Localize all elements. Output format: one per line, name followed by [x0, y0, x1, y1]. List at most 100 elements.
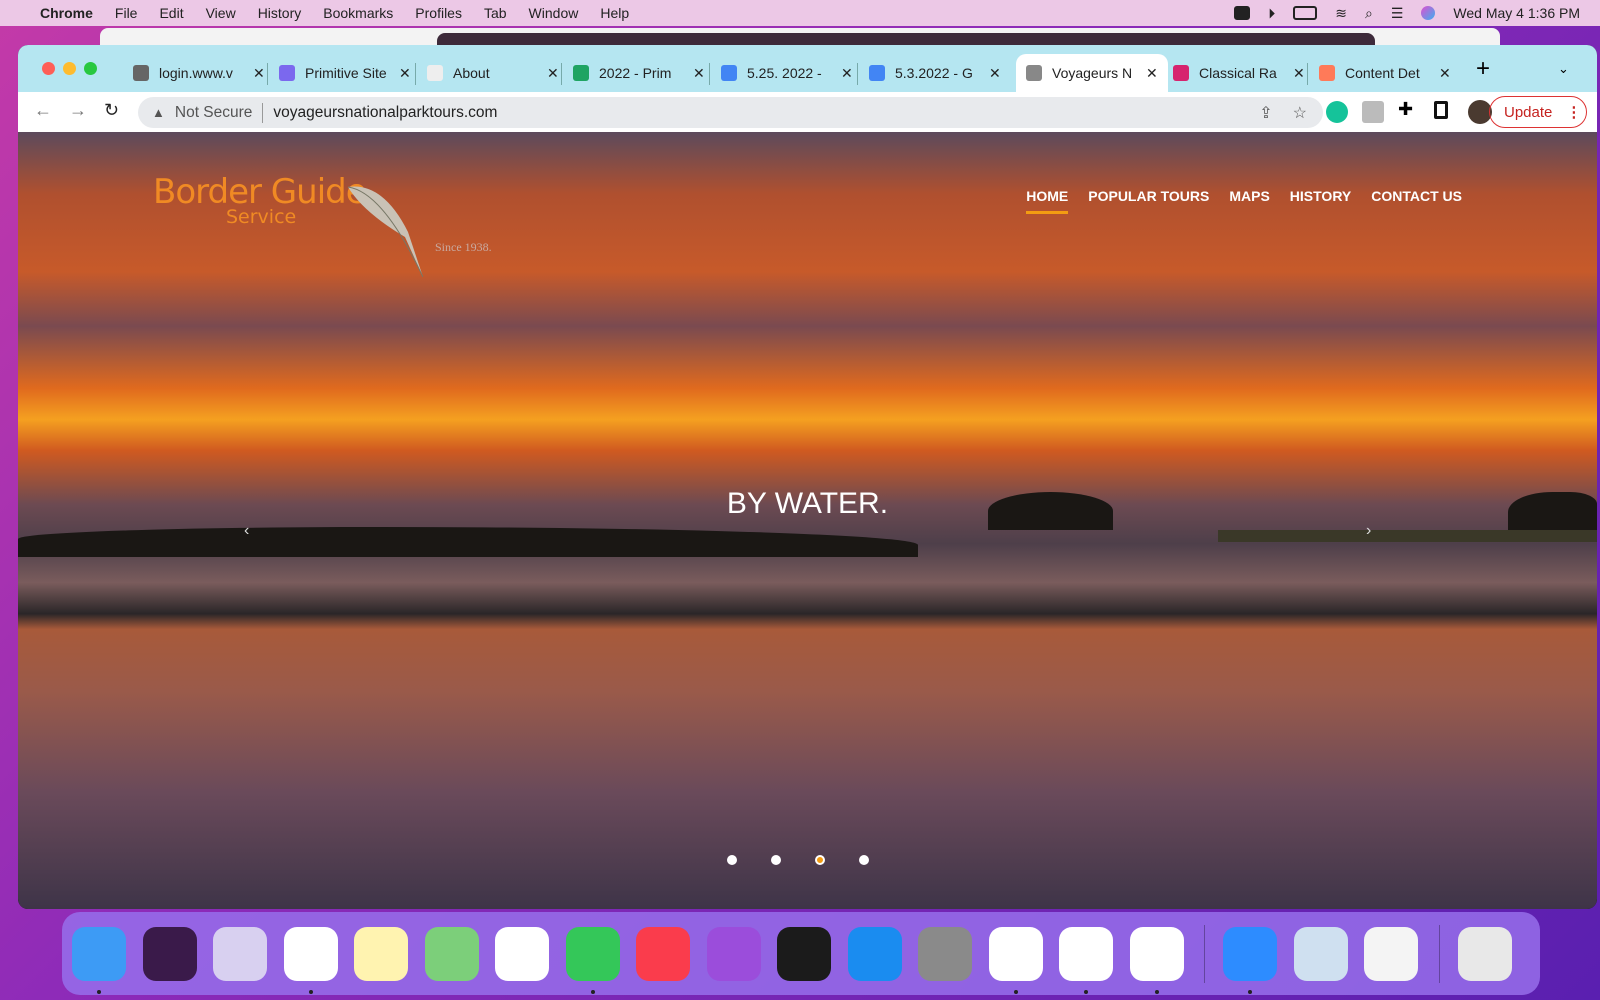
update-button[interactable]: Update ⋮	[1489, 96, 1587, 128]
close-tab-icon[interactable]: ✕	[1293, 65, 1305, 82]
spotlight-search-icon[interactable]: ⌕	[1365, 5, 1373, 22]
dock-zoom-icon[interactable]	[1223, 926, 1277, 994]
tab-strip: login.www.v ✕ Primitive Site ✕ About ✕ 2022 - …	[18, 45, 1597, 92]
dock-slack-icon[interactable]	[988, 926, 1043, 994]
tab-8[interactable]: Classical Ra ✕	[1163, 54, 1315, 92]
tab-separator	[561, 63, 562, 85]
url-text[interactable]: voyageursnationalparktours.com	[273, 104, 497, 122]
tab-2[interactable]: Primitive Site ✕	[269, 54, 421, 92]
dock-notes-icon[interactable]	[354, 926, 408, 981]
prev-slide-arrow[interactable]: ‹	[244, 522, 249, 540]
slide-dot-2[interactable]	[770, 855, 781, 865]
new-tab-button[interactable]: +	[1476, 55, 1490, 83]
dock-finder-icon[interactable]	[72, 926, 126, 994]
share-icon[interactable]: ⇪	[1259, 103, 1272, 123]
forward-button[interactable]: →	[69, 100, 87, 121]
slide-dot-4[interactable]	[858, 855, 869, 865]
dock-trash-icon[interactable]	[1457, 926, 1512, 981]
more-menu-icon[interactable]: ⋮	[1566, 103, 1581, 121]
wifi-icon[interactable]: ≋	[1335, 5, 1347, 22]
tab-7[interactable]: Voyageurs N ✕	[1016, 54, 1168, 92]
dock-music-icon[interactable]	[636, 926, 690, 981]
slide-dot-1[interactable]	[726, 855, 737, 865]
dock-launchpad-icon[interactable]	[213, 926, 267, 981]
tab-5[interactable]: 5.25. 2022 - ✕	[711, 54, 863, 92]
close-tab-icon[interactable]: ✕	[841, 65, 853, 82]
bookmark-star-icon[interactable]: ☆	[1293, 103, 1307, 123]
control-center-icon[interactable]: ☰	[1391, 5, 1404, 22]
next-slide-arrow[interactable]: ›	[1366, 522, 1371, 540]
minimize-window-button[interactable]	[63, 62, 76, 75]
close-tab-icon[interactable]: ✕	[547, 65, 559, 82]
tab-1[interactable]: login.www.v ✕	[123, 54, 275, 92]
dock-preview-icon[interactable]	[1293, 926, 1348, 981]
nav-popular-tours[interactable]: POPULAR TOURS	[1088, 188, 1209, 214]
menu-bookmarks[interactable]: Bookmarks	[323, 5, 393, 21]
menu-tab[interactable]: Tab	[484, 5, 507, 21]
dock-messages-icon[interactable]	[565, 926, 620, 994]
menu-profiles[interactable]: Profiles	[415, 5, 462, 21]
menu-view[interactable]: View	[206, 5, 236, 21]
close-tab-icon[interactable]: ✕	[1146, 65, 1158, 82]
treeline	[18, 527, 918, 557]
address-bar[interactable]: ▲ Not Secure voyageursnationalparktours.…	[138, 97, 1323, 128]
menu-window[interactable]: Window	[529, 5, 579, 21]
dock-system-preferences-icon[interactable]	[918, 926, 972, 981]
close-tab-icon[interactable]: ✕	[253, 65, 265, 82]
extensions-puzzle-icon[interactable]: ✚	[1398, 99, 1420, 121]
close-tab-icon[interactable]: ✕	[1439, 65, 1451, 82]
menu-app-name[interactable]: Chrome	[40, 5, 93, 21]
dock-app-store-icon[interactable]	[847, 926, 902, 981]
tab-separator	[709, 63, 710, 85]
play-status-icon[interactable]: ⏵	[1268, 5, 1275, 22]
side-panel-icon[interactable]	[1434, 101, 1448, 119]
close-tab-icon[interactable]: ✕	[989, 65, 1001, 82]
security-label[interactable]: Not Secure	[175, 104, 253, 122]
close-window-button[interactable]	[42, 62, 55, 75]
tab-search-chevron-icon[interactable]: ⌄	[1558, 61, 1569, 77]
dock-chrome-icon[interactable]	[283, 926, 338, 994]
back-button[interactable]: ←	[34, 100, 52, 121]
slide-caption: BY WATER.	[726, 487, 889, 520]
nav-history[interactable]: HISTORY	[1290, 188, 1351, 214]
close-tab-icon[interactable]: ✕	[399, 65, 411, 82]
dock-photos-icon[interactable]	[495, 926, 549, 981]
running-indicator	[308, 989, 313, 994]
dock-textedit-icon[interactable]	[1364, 926, 1418, 981]
nav-contact-us[interactable]: CONTACT US	[1371, 188, 1462, 214]
dock-podcasts-icon[interactable]	[706, 926, 761, 981]
siri-icon[interactable]	[1421, 6, 1436, 20]
reload-button[interactable]: ↻	[104, 100, 119, 121]
menu-history[interactable]: History	[258, 5, 302, 21]
clock[interactable]: Wed May 4 1:36 PM	[1453, 5, 1580, 21]
nav-home[interactable]: HOME	[1026, 188, 1069, 214]
battery-icon[interactable]	[1293, 6, 1318, 20]
classical-radio-icon	[1173, 65, 1189, 81]
menu-edit[interactable]: Edit	[159, 5, 183, 21]
shoreline	[1218, 530, 1597, 542]
menu-file[interactable]: File	[115, 5, 138, 21]
nav-maps[interactable]: MAPS	[1229, 188, 1269, 214]
browser-toolbar: ← → ↻ ▲ Not Secure voyageursnationalpark…	[18, 92, 1597, 132]
dock-siri-icon[interactable]	[142, 926, 197, 981]
tab-4[interactable]: 2022 - Prim ✕	[563, 54, 715, 92]
menu-help[interactable]: Help	[600, 5, 629, 21]
grammarly-extension-icon[interactable]	[1326, 101, 1348, 123]
tab-9[interactable]: Content Det ✕	[1309, 54, 1461, 92]
dock-separator	[1204, 924, 1205, 983]
dock-maps-icon[interactable]	[424, 926, 479, 981]
tab-3[interactable]: About ✕	[417, 54, 569, 92]
dock-apple-tv-icon[interactable]	[777, 926, 831, 981]
warning-icon[interactable]: ▲	[152, 105, 165, 120]
site-logo[interactable]: Border Guide Service Since 1938.	[153, 172, 492, 277]
tab-6[interactable]: 5.3.2022 - G ✕	[859, 54, 1011, 92]
slide-dot-3[interactable]	[814, 855, 825, 865]
zoom-window-button[interactable]	[84, 62, 97, 75]
google-docs-icon	[869, 65, 885, 81]
dock-clickup-icon[interactable]	[1059, 926, 1113, 994]
close-tab-icon[interactable]: ✕	[693, 65, 705, 82]
dock-separator	[1438, 924, 1440, 983]
dock-printer-icon[interactable]	[1129, 926, 1184, 994]
zoom-status-icon[interactable]	[1234, 6, 1251, 20]
extension-icon[interactable]	[1362, 101, 1384, 123]
